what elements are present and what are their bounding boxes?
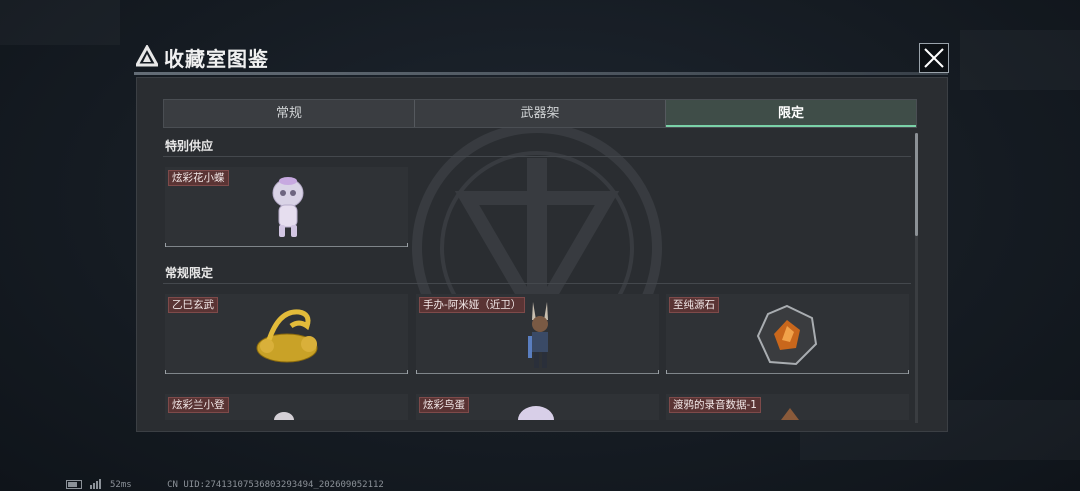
item-label: 乙巳玄武 (168, 297, 218, 313)
category-tabs: 常规 武器架 限定 (163, 99, 917, 128)
item-label: 炫彩鸟蛋 (419, 397, 469, 413)
recorder-icon (781, 408, 799, 420)
item-label: 渡鸦的录音数据-1 (669, 397, 761, 413)
card-footer-line (165, 370, 408, 374)
section-title-limited: 常规限定 (165, 266, 214, 280)
item-list: 特别供应 炫彩花小蝶 常规限定 乙巳玄武 手办-阿米娅（近卫） 至纯源石 炫彩兰… (163, 130, 919, 420)
signal-icon (90, 479, 102, 489)
collection-card-figure[interactable]: 炫彩兰小登 (165, 394, 408, 420)
window-title: 收藏室图鉴 (164, 47, 269, 71)
collection-card-egg[interactable]: 炫彩鸟蛋 (416, 394, 659, 420)
collection-panel: 常规 武器架 限定 特别供应 炫彩花小蝶 常规限定 乙巳玄武 手办-阿米娅（近卫… (136, 77, 948, 432)
collection-card-golden-dragon[interactable]: 乙巳玄武 (165, 294, 408, 374)
uid-text: CN UID:274131075368032934​94_20260905211… (167, 479, 384, 490)
item-label: 炫彩花小蝶 (168, 170, 229, 186)
close-icon (924, 48, 944, 68)
close-button[interactable] (919, 43, 949, 73)
window-title-bar: 收藏室图鉴 (134, 41, 948, 75)
golden-dragon-icon (256, 309, 318, 363)
rhodes-logo-icon (136, 45, 158, 67)
battery-icon (66, 479, 82, 489)
amiya-figure-icon (528, 302, 548, 368)
figure-icon (274, 412, 294, 420)
ping-value: 52ms (110, 479, 132, 490)
collection-card-recorder[interactable]: 渡鸦的录音数据-1 (666, 394, 909, 420)
item-label: 至纯源石 (669, 297, 719, 313)
item-label: 炫彩兰小登 (168, 397, 229, 413)
mascot-figure-icon (272, 177, 304, 237)
tab-regular[interactable]: 常规 (164, 100, 415, 127)
collection-card-originium[interactable]: 至纯源石 (666, 294, 909, 374)
egg-icon (518, 406, 554, 420)
item-label: 手办-阿米娅（近卫） (419, 297, 526, 313)
collection-card-mascot[interactable]: 炫彩花小蝶 (165, 167, 408, 247)
section-title-special: 特别供应 (165, 139, 214, 153)
card-footer-line (416, 370, 659, 374)
originium-crystal-icon (756, 304, 818, 366)
title-underline (134, 72, 948, 75)
card-footer-line (666, 370, 909, 374)
card-footer-line (165, 243, 408, 247)
collection-card-amiya-figure[interactable]: 手办-阿米娅（近卫） (416, 294, 659, 374)
tab-weapon-rack[interactable]: 武器架 (415, 100, 666, 127)
section-divider (163, 283, 911, 284)
status-bar: 52ms CN UID:274131075368032934​94_202609… (66, 479, 392, 490)
section-divider (163, 156, 911, 157)
tab-limited[interactable]: 限定 (666, 100, 916, 127)
